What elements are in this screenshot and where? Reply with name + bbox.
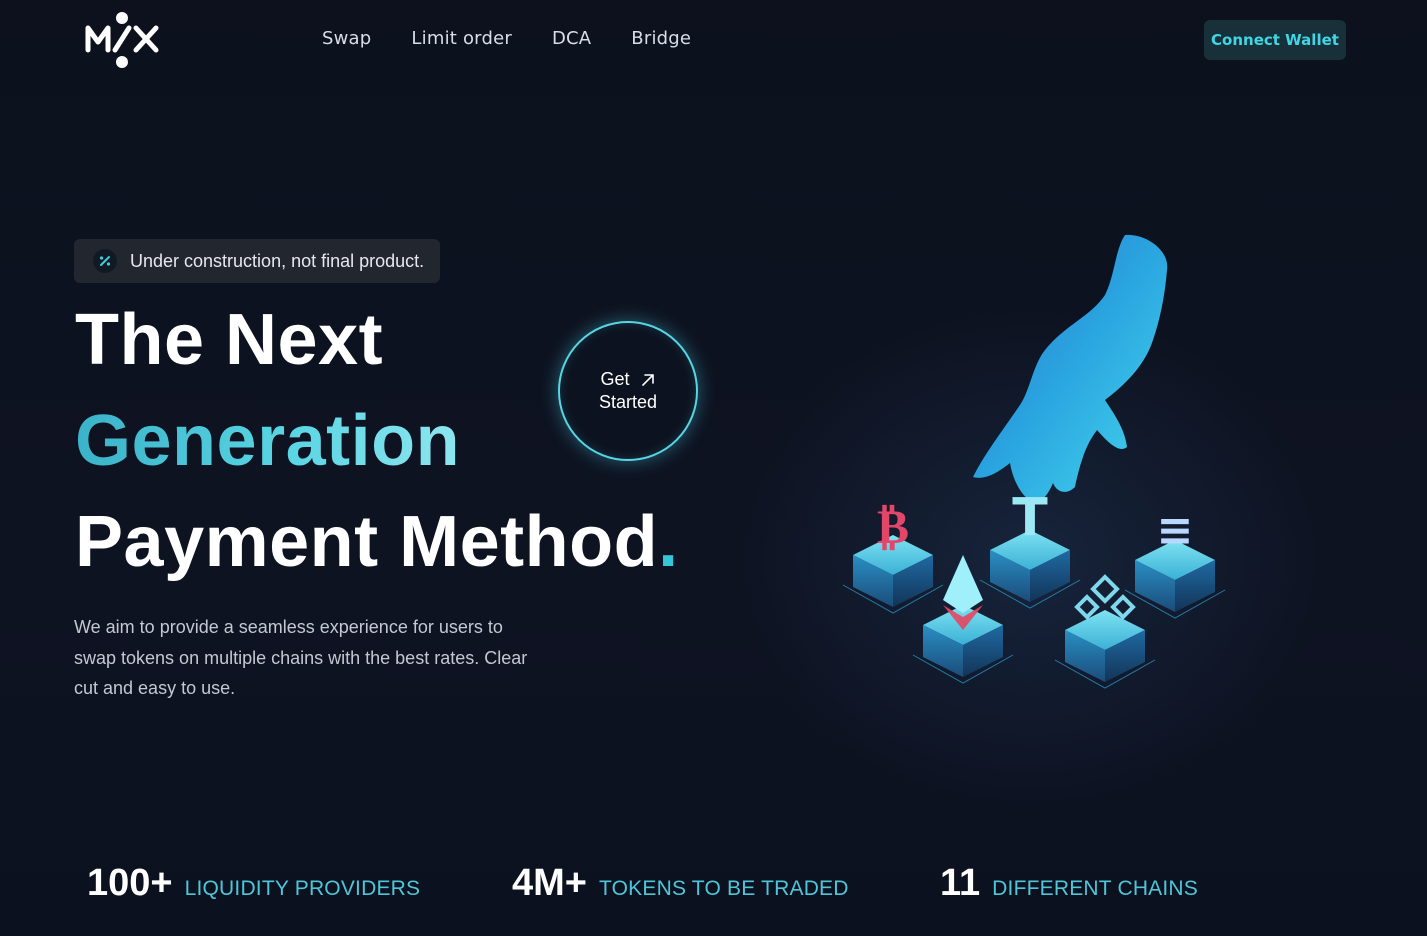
hero-title-line-3: Payment Method. — [75, 502, 679, 582]
main-nav: Swap Limit order DCA Bridge — [322, 28, 691, 49]
get-started-label-line-1: Get — [600, 369, 630, 389]
stat-value: 100+ — [87, 862, 173, 904]
bitcoin-icon: ₿ — [877, 499, 909, 555]
connect-wallet-button[interactable]: Connect Wallet — [1204, 20, 1346, 60]
get-started-label-line-2: Started — [598, 392, 658, 412]
percent-icon — [93, 249, 117, 273]
hero-description: We aim to provide a seamless experience … — [74, 617, 528, 698]
construction-banner: Under construction, not final product. — [74, 239, 440, 283]
get-started-button[interactable]: Get Started — [558, 321, 698, 461]
stat-value: 11 — [940, 862, 981, 904]
hero-title-dot: . — [658, 502, 679, 582]
nav-swap[interactable]: Swap — [322, 28, 371, 49]
hero-title-line-2: Generation — [75, 401, 461, 481]
landing-page: Swap Limit order DCA Bridge Connect Wall… — [0, 0, 1427, 936]
nav-limit-order[interactable]: Limit order — [411, 28, 512, 49]
solana-icon: ≡ — [1157, 505, 1194, 556]
arrow-up-right-icon — [641, 373, 654, 386]
stat-liquidity-providers: 100+ LIQUIDITY PROVIDERS — [87, 862, 420, 905]
nav-bridge[interactable]: Bridge — [631, 28, 691, 49]
mix-logo[interactable] — [84, 10, 162, 70]
hand-shape — [973, 234, 1168, 503]
nav-dca[interactable]: DCA — [552, 28, 591, 49]
stat-value: 4M+ — [512, 862, 587, 904]
stat-label: DIFFERENT CHAINS — [992, 877, 1198, 900]
hero-title-line-1: The Next — [75, 300, 384, 380]
banner-text: Under construction, not final product. — [130, 250, 425, 271]
stat-label: TOKENS TO BE TRADED — [598, 877, 849, 900]
stat-chains: 11 DIFFERENT CHAINS — [940, 862, 1198, 905]
hero-title-line-3-text: Payment Method — [75, 502, 659, 582]
ethereum-icon — [943, 555, 983, 613]
stat-tokens: 4M+ TOKENS TO BE TRADED — [512, 862, 849, 905]
tether-icon: T — [1012, 488, 1048, 548]
stat-label: LIQUIDITY PROVIDERS — [184, 877, 421, 900]
hero-illustration: ₿ T ≡ — [842, 234, 1226, 689]
